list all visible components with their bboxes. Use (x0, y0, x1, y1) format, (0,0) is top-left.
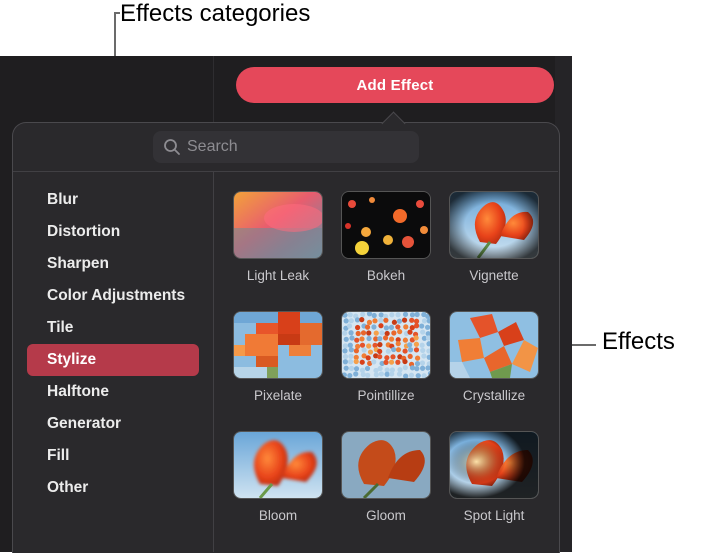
effect-label: Pointillize (357, 388, 415, 403)
effect-bloom[interactable]: Bloom (233, 431, 323, 523)
category-color-adjustments[interactable]: Color Adjustments (27, 280, 199, 312)
effect-pixelate[interactable]: Pixelate (233, 311, 323, 403)
search-icon (164, 139, 180, 155)
popover-header-divider (13, 171, 558, 172)
bloom-thumbnail (233, 431, 323, 499)
category-fill[interactable]: Fill (27, 440, 199, 472)
pixelate-thumbnail (233, 311, 323, 379)
vignette-thumbnail (449, 191, 539, 259)
crystallize-thumbnail (449, 311, 539, 379)
search-input[interactable]: Search (153, 131, 419, 163)
effect-vignette[interactable]: Vignette (449, 191, 539, 283)
effect-crystallize[interactable]: Crystallize (449, 311, 539, 403)
effect-bokeh[interactable]: Bokeh (341, 191, 431, 283)
category-halftone[interactable]: Halftone (27, 376, 199, 408)
effects-category-list: Blur Distortion Sharpen Color Adjustment… (27, 184, 199, 504)
effect-gloom[interactable]: Gloom (341, 431, 431, 523)
category-blur[interactable]: Blur (27, 184, 199, 216)
light-leak-thumbnail (233, 191, 323, 259)
effect-label: Vignette (469, 268, 519, 283)
categories-callout-line-horizontal (114, 12, 120, 14)
category-distortion[interactable]: Distortion (27, 216, 199, 248)
effect-label: Light Leak (246, 268, 310, 283)
effect-label: Crystallize (462, 388, 526, 403)
effect-pointillize[interactable]: Pointillize (341, 311, 431, 403)
category-other[interactable]: Other (27, 472, 199, 504)
effect-spot-light[interactable]: Spot Light (449, 431, 539, 523)
category-tile[interactable]: Tile (27, 312, 199, 344)
effects-callout: Effects (602, 328, 675, 355)
effect-label: Bokeh (366, 268, 406, 283)
category-stylize[interactable]: Stylize (27, 344, 199, 376)
effects-categories-callout: Effects categories (120, 0, 311, 27)
popover-column-divider (213, 172, 214, 552)
category-generator[interactable]: Generator (27, 408, 199, 440)
bokeh-thumbnail (341, 191, 431, 259)
gloom-thumbnail (341, 431, 431, 499)
pointillize-thumbnail (341, 311, 431, 379)
effect-label: Gloom (366, 508, 406, 523)
effect-light-leak[interactable]: Light Leak (233, 191, 323, 283)
effect-label: Pixelate (253, 388, 303, 403)
search-placeholder: Search (187, 138, 238, 155)
add-effect-button[interactable]: Add Effect (236, 67, 554, 103)
effect-label: Bloom (258, 508, 298, 523)
category-sharpen[interactable]: Sharpen (27, 248, 199, 280)
spot-light-thumbnail (449, 431, 539, 499)
effect-label: Spot Light (463, 508, 525, 523)
